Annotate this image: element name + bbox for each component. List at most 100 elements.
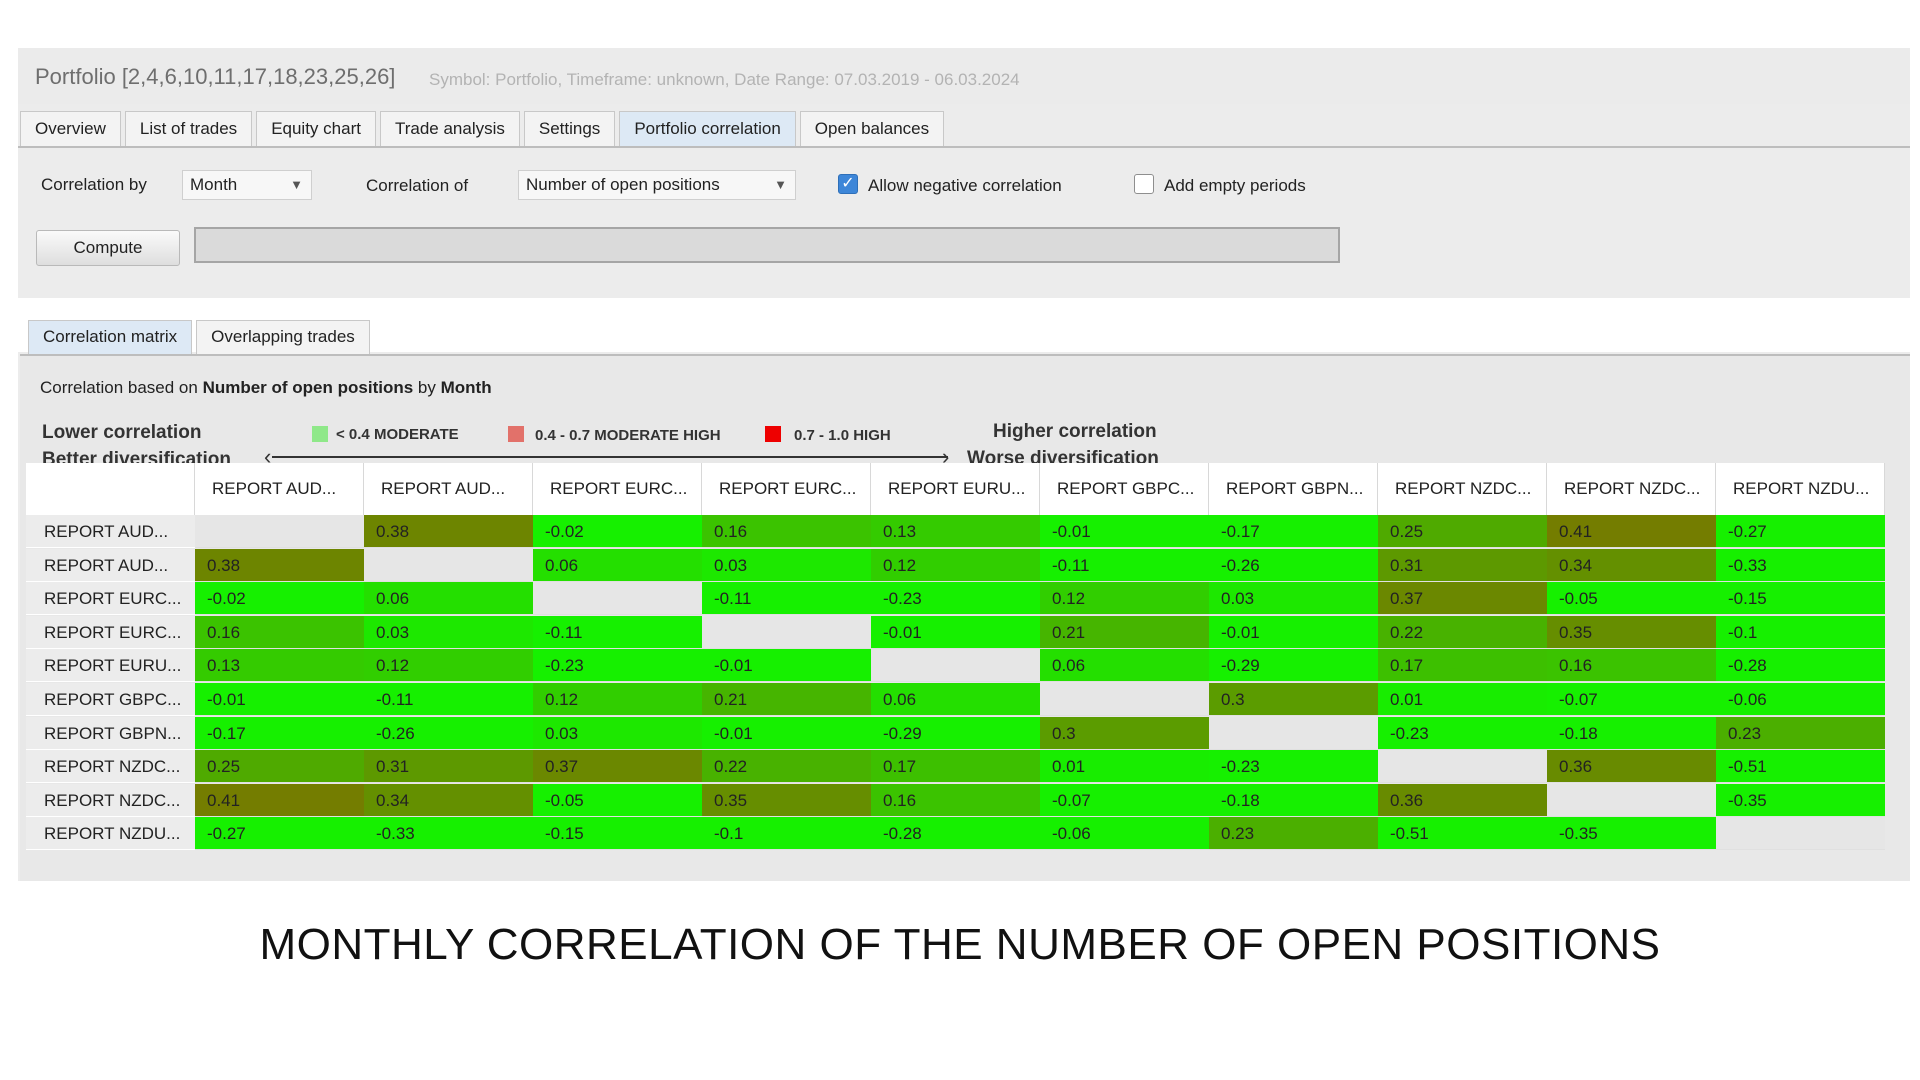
matrix-cell[interactable]: -0.18: [1547, 716, 1716, 750]
matrix-cell[interactable]: 0.41: [1547, 515, 1716, 548]
matrix-cell[interactable]: 0.12: [364, 649, 533, 683]
matrix-cell[interactable]: -0.01: [1040, 515, 1209, 548]
matrix-cell[interactable]: 0.06: [364, 582, 533, 616]
matrix-cell[interactable]: 0.06: [533, 548, 702, 582]
matrix-cell[interactable]: -0.18: [1209, 783, 1378, 817]
matrix-cell[interactable]: -0.35: [1547, 817, 1716, 851]
matrix-cell[interactable]: 0.22: [1378, 615, 1547, 649]
matrix-column-header[interactable]: REPORT NZDU...: [1716, 463, 1885, 515]
matrix-cell[interactable]: 0.16: [871, 783, 1040, 817]
matrix-cell[interactable]: -0.05: [533, 783, 702, 817]
matrix-cell[interactable]: 0.3: [1040, 716, 1209, 750]
matrix-cell[interactable]: -0.06: [1716, 683, 1885, 716]
matrix-cell[interactable]: -0.01: [702, 649, 871, 683]
matrix-cell[interactable]: -0.51: [1378, 817, 1547, 851]
matrix-cell[interactable]: 0.17: [1378, 649, 1547, 683]
matrix-cell[interactable]: 0.23: [1716, 716, 1885, 750]
matrix-cell[interactable]: -0.01: [195, 683, 364, 716]
matrix-cell[interactable]: 0.17: [871, 750, 1040, 784]
tab-overlapping-trades[interactable]: Overlapping trades: [196, 320, 370, 354]
matrix-cell[interactable]: 0.12: [1040, 582, 1209, 616]
matrix-cell[interactable]: 0.03: [533, 716, 702, 750]
matrix-cell[interactable]: 0.31: [1378, 548, 1547, 582]
matrix-column-header[interactable]: REPORT EURU...: [871, 463, 1040, 515]
matrix-cell[interactable]: -0.17: [1209, 515, 1378, 548]
tab-settings[interactable]: Settings: [523, 111, 616, 146]
tab-portfolio-correlation[interactable]: Portfolio correlation: [619, 111, 796, 146]
matrix-cell[interactable]: -0.07: [1547, 683, 1716, 716]
matrix-cell[interactable]: -0.1: [1716, 615, 1885, 649]
matrix-cell[interactable]: 0.25: [195, 750, 364, 784]
matrix-cell[interactable]: -0.01: [1209, 615, 1378, 649]
matrix-cell[interactable]: -0.29: [1209, 649, 1378, 683]
matrix-column-header[interactable]: REPORT GBPN...: [1209, 463, 1378, 515]
matrix-cell[interactable]: -0.02: [195, 582, 364, 616]
matrix-cell[interactable]: -0.15: [1716, 582, 1885, 616]
matrix-cell[interactable]: -0.23: [1209, 750, 1378, 784]
matrix-cell[interactable]: [1378, 750, 1547, 784]
matrix-cell[interactable]: -0.35: [1716, 783, 1885, 817]
matrix-cell[interactable]: 0.31: [364, 750, 533, 784]
matrix-cell[interactable]: -0.11: [533, 615, 702, 649]
matrix-cell[interactable]: [871, 649, 1040, 683]
matrix-cell[interactable]: 0.34: [1547, 548, 1716, 582]
matrix-cell[interactable]: 0.36: [1378, 783, 1547, 817]
matrix-cell[interactable]: [364, 548, 533, 582]
matrix-cell[interactable]: 0.06: [1040, 649, 1209, 683]
matrix-column-header[interactable]: REPORT NZDC...: [1378, 463, 1547, 515]
matrix-cell[interactable]: 0.12: [533, 683, 702, 716]
matrix-cell[interactable]: 0.35: [702, 783, 871, 817]
matrix-cell[interactable]: 0.35: [1547, 615, 1716, 649]
matrix-cell[interactable]: -0.26: [1209, 548, 1378, 582]
matrix-column-header[interactable]: REPORT AUD...: [364, 463, 533, 515]
matrix-column-header[interactable]: REPORT NZDC...: [1547, 463, 1716, 515]
matrix-cell[interactable]: 0.21: [1040, 615, 1209, 649]
matrix-cell[interactable]: -0.05: [1547, 582, 1716, 616]
tab-list-of-trades[interactable]: List of trades: [124, 111, 253, 146]
matrix-cell[interactable]: 0.13: [871, 515, 1040, 548]
correlation-by-select[interactable]: Month ▼: [182, 170, 312, 200]
matrix-cell[interactable]: -0.29: [871, 716, 1040, 750]
matrix-cell[interactable]: 0.12: [871, 548, 1040, 582]
tab-overview[interactable]: Overview: [20, 111, 121, 146]
matrix-cell[interactable]: -0.1: [702, 817, 871, 851]
matrix-column-header[interactable]: REPORT EURC...: [533, 463, 702, 515]
correlation-of-select[interactable]: Number of open positions ▼: [518, 170, 796, 200]
allow-negative-checkbox[interactable]: ✓: [838, 174, 858, 194]
matrix-cell[interactable]: 0.38: [195, 548, 364, 582]
matrix-cell[interactable]: -0.23: [1378, 716, 1547, 750]
matrix-cell[interactable]: 0.34: [364, 783, 533, 817]
matrix-cell[interactable]: -0.23: [871, 582, 1040, 616]
matrix-cell[interactable]: -0.33: [364, 817, 533, 851]
matrix-column-header[interactable]: REPORT AUD...: [195, 463, 364, 515]
matrix-cell[interactable]: [702, 615, 871, 649]
matrix-cell[interactable]: 0.03: [702, 548, 871, 582]
matrix-cell[interactable]: -0.15: [533, 817, 702, 851]
matrix-cell[interactable]: -0.11: [1040, 548, 1209, 582]
matrix-cell[interactable]: -0.01: [871, 615, 1040, 649]
matrix-cell[interactable]: 0.16: [1547, 649, 1716, 683]
matrix-column-header[interactable]: REPORT GBPC...: [1040, 463, 1209, 515]
matrix-cell[interactable]: -0.07: [1040, 783, 1209, 817]
matrix-cell[interactable]: 0.36: [1547, 750, 1716, 784]
compute-button[interactable]: Compute: [36, 230, 180, 266]
matrix-cell[interactable]: -0.28: [871, 817, 1040, 851]
matrix-cell[interactable]: -0.33: [1716, 548, 1885, 582]
matrix-cell[interactable]: -0.27: [195, 817, 364, 851]
matrix-cell[interactable]: 0.01: [1378, 683, 1547, 716]
matrix-cell[interactable]: 0.25: [1378, 515, 1547, 548]
matrix-cell[interactable]: [1209, 716, 1378, 750]
matrix-cell[interactable]: 0.03: [364, 615, 533, 649]
matrix-cell[interactable]: [1040, 683, 1209, 716]
matrix-cell[interactable]: -0.27: [1716, 515, 1885, 548]
matrix-cell[interactable]: [533, 582, 702, 616]
matrix-cell[interactable]: 0.06: [871, 683, 1040, 716]
matrix-cell[interactable]: -0.06: [1040, 817, 1209, 851]
matrix-cell[interactable]: 0.13: [195, 649, 364, 683]
matrix-cell[interactable]: 0.23: [1209, 817, 1378, 851]
matrix-cell[interactable]: -0.51: [1716, 750, 1885, 784]
matrix-cell[interactable]: 0.41: [195, 783, 364, 817]
matrix-cell[interactable]: -0.26: [364, 716, 533, 750]
matrix-cell[interactable]: 0.37: [533, 750, 702, 784]
matrix-cell[interactable]: [1716, 817, 1885, 851]
